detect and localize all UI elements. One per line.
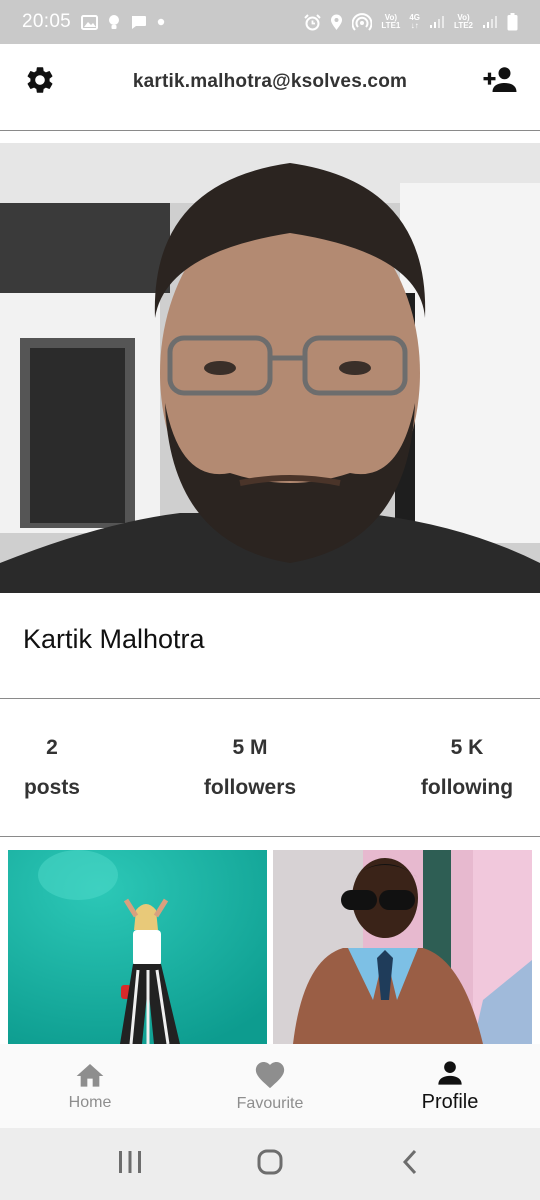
- nav-label: Favourite: [236, 1095, 304, 1112]
- bottom-nav: Home Favourite Profile: [0, 1044, 540, 1128]
- stat-posts[interactable]: 2 posts: [22, 728, 82, 808]
- name-divider: [0, 698, 540, 699]
- gallery-icon: [81, 14, 99, 30]
- profile-photo: [0, 143, 540, 593]
- home-icon: [74, 1060, 106, 1088]
- status-time: 20:05: [22, 11, 72, 32]
- nav-favourite[interactable]: Favourite: [180, 1044, 360, 1128]
- status-left-icons: [81, 14, 165, 30]
- battery-icon: [507, 13, 518, 31]
- stat-value: 5 K: [450, 736, 484, 759]
- system-home-button[interactable]: [240, 1134, 300, 1194]
- app-header: kartik.malhotra@ksolves.com: [0, 44, 540, 120]
- person-icon: [436, 1059, 464, 1087]
- stat-followers[interactable]: 5 M followers: [195, 728, 305, 808]
- stat-following[interactable]: 5 K following: [412, 728, 522, 808]
- volte2-bottom: LTE2: [454, 21, 473, 30]
- post-grid: [0, 850, 540, 1044]
- hotspot-icon: [352, 13, 373, 31]
- nav-home[interactable]: Home: [0, 1044, 180, 1128]
- alarm-icon: [304, 13, 322, 31]
- header-divider: [0, 130, 540, 131]
- signal-icon: [429, 15, 445, 29]
- settings-button[interactable]: [22, 64, 58, 100]
- location-icon: [330, 14, 343, 31]
- signal-icon: [482, 15, 498, 29]
- network-type: 4G ↓↑: [409, 13, 421, 30]
- bulb-icon: [108, 14, 120, 30]
- volte1-icon: Vo) LTE1: [381, 14, 400, 30]
- stat-label: posts: [23, 776, 80, 799]
- stat-value: 5 M: [232, 736, 268, 759]
- volte2-icon: Vo) LTE2: [454, 14, 473, 30]
- back-button[interactable]: [380, 1134, 440, 1194]
- post-tile-2[interactable]: [273, 850, 532, 1044]
- profile-stats: 2 posts 5 M followers 5 K following: [0, 728, 540, 818]
- post-tile-1[interactable]: [8, 850, 267, 1044]
- add-person-icon: [482, 64, 518, 101]
- heart-icon: [253, 1059, 287, 1089]
- stat-label: followers: [203, 776, 297, 799]
- volte1-bottom: LTE1: [381, 21, 401, 30]
- add-person-button[interactable]: [482, 64, 518, 100]
- stat-value: 2: [46, 736, 58, 759]
- recents-icon: [116, 1149, 144, 1180]
- stat-label: following: [420, 776, 514, 799]
- system-nav: [0, 1128, 540, 1200]
- nav-label: Profile: [421, 1090, 479, 1113]
- status-bar: 20:05 Vo) LTE1 4G ↓↑ Vo) LTE2: [0, 0, 540, 44]
- nav-profile[interactable]: Profile: [360, 1044, 540, 1128]
- status-right-icons: Vo) LTE1 4G ↓↑ Vo) LTE2: [304, 13, 518, 31]
- header-email: kartik.malhotra@ksolves.com: [132, 71, 408, 92]
- home-circle-icon: [256, 1148, 284, 1181]
- nav-label: Home: [68, 1094, 112, 1111]
- gear-icon: [24, 64, 56, 101]
- dot-icon: [157, 18, 165, 26]
- message-icon: [130, 15, 147, 30]
- recents-button[interactable]: [100, 1134, 160, 1194]
- back-icon: [400, 1148, 420, 1181]
- profile-name: Kartik Malhotra: [23, 624, 205, 654]
- stats-divider: [0, 836, 540, 837]
